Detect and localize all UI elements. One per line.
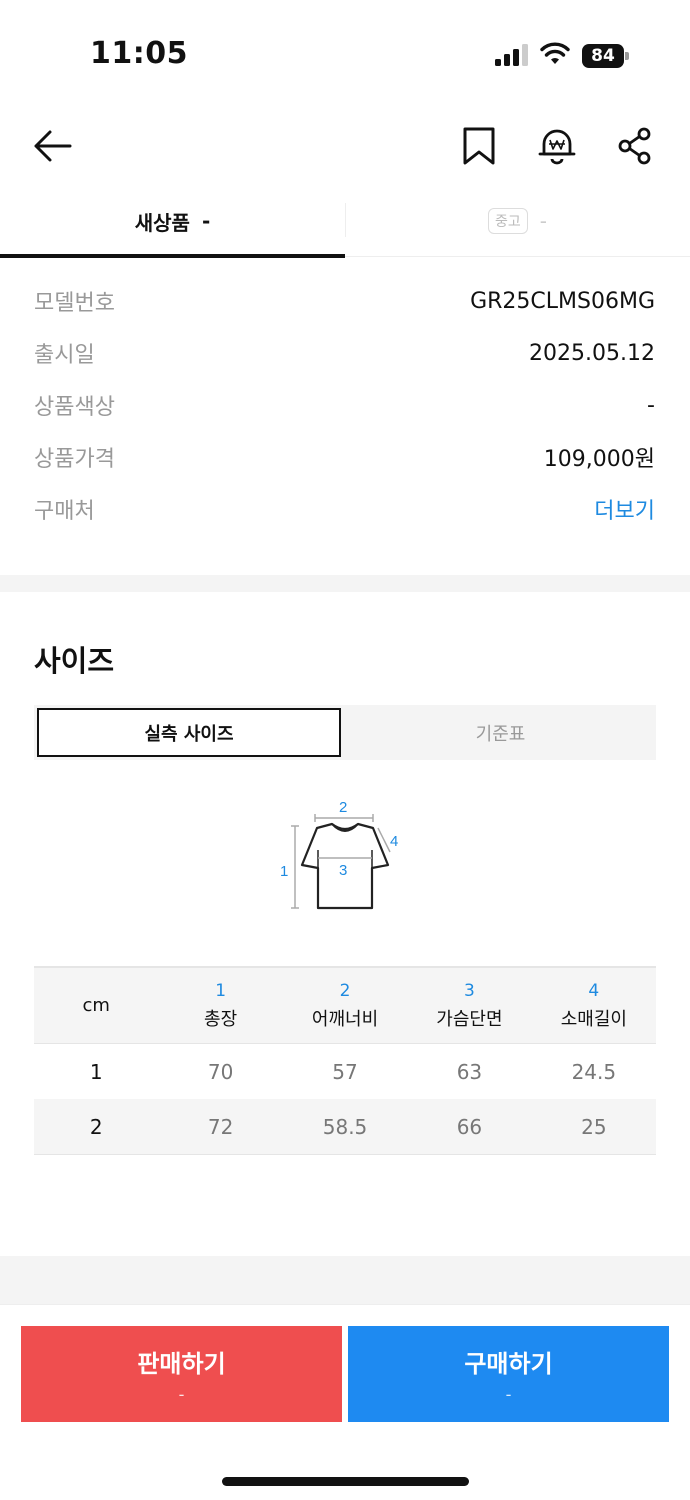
table-bottom-border [34,1154,656,1155]
size-chart-tab[interactable]: 기준표 [345,705,656,760]
table-cell: 72 [207,1114,234,1139]
column-header: 4 소매길이 [560,980,627,1030]
size-cell: 2 [89,1114,103,1139]
tab-new-value: - [201,209,211,233]
column-header: 3 가슴단면 [436,980,503,1030]
used-badge: 중고 [488,208,528,234]
actual-size-tab[interactable]: 실측 사이즈 [37,708,341,757]
info-row-model: 모델번호 GR25CLMS06MG [34,275,655,327]
table-cell: 25 [581,1114,607,1139]
diagram-label-3: 3 [339,862,347,879]
unit-header: cm [82,995,110,1016]
info-value: GR25CLMS06MG [470,288,655,314]
diagram-label-2: 2 [339,799,347,816]
share-icon[interactable] [613,124,657,168]
buy-button[interactable]: 구매하기 - [348,1326,669,1422]
size-section-title: 사이즈 [34,644,115,678]
tab-new[interactable]: 새상품 - [0,185,345,258]
size-cell: 1 [89,1059,103,1084]
info-label: 모델번호 [34,291,115,316]
condition-tabs: 새상품 - 중고 - [0,185,690,258]
tshirt-measurement-diagram: 1 2 3 4 [280,799,398,910]
info-label: 구매처 [34,499,95,524]
tab-new-label: 새상품 [134,210,190,235]
info-row-release-date: 출시일 2025.05.12 [34,327,655,379]
sell-button[interactable]: 판매하기 - [21,1326,342,1422]
sell-button-price: - [178,1385,185,1404]
section-divider [0,575,690,592]
more-link[interactable]: 더보기 [594,493,655,525]
table-header-row: cm 1 총장 2 어깨너비 3 가슴단면 4 소매길이 [34,968,656,1044]
info-value: 2025.05.12 [529,340,655,366]
buy-button-price: - [505,1385,512,1404]
table-cell: 66 [456,1114,483,1139]
battery-icon: 84 [582,44,630,68]
info-label: 상품가격 [34,447,115,472]
column-header: 1 총장 [204,980,238,1030]
info-value: - [647,392,655,418]
battery-level: 84 [582,44,624,68]
info-label: 출시일 [34,343,95,368]
table-row: 1 70 57 63 24.5 [34,1044,656,1099]
status-bar: 11:05 84 [0,0,690,100]
sell-button-label: 판매하기 [137,1350,226,1378]
table-cell: 58.5 [322,1114,368,1139]
column-header: 2 어깨너비 [311,980,379,1030]
info-row-price: 상품가격 109,000원 [34,431,655,483]
diagram-label-1: 1 [280,863,288,880]
table-cell: 24.5 [571,1059,617,1084]
tab-active-underline [0,254,345,258]
buy-button-label: 구매하기 [464,1350,553,1378]
price-alert-bell-icon[interactable] [535,124,579,168]
wifi-icon [540,42,570,64]
tab-used-value: - [539,209,547,233]
info-label: 상품색상 [34,395,115,420]
bottom-action-bar: 판매하기 - 구매하기 - [0,1304,690,1500]
info-value: 109,000원 [543,447,655,472]
section-divider [0,1256,690,1304]
diagram-label-4: 4 [390,833,398,850]
status-time: 11:05 [90,36,188,71]
home-indicator[interactable] [222,1477,469,1486]
table-cell: 63 [456,1059,483,1084]
size-table: cm 1 총장 2 어깨너비 3 가슴단면 4 소매길이 1 70 57 63 … [34,966,656,1155]
info-row-retailer: 구매처 더보기 [34,483,655,535]
info-row-color: 상품색상 - [34,379,655,431]
tab-used[interactable]: 중고 - [345,185,690,257]
size-segmented-control: 실측 사이즈 기준표 [34,705,656,760]
cellular-signal-icon [495,44,528,66]
product-info-list: 모델번호 GR25CLMS06MG 출시일 2025.05.12 상품색상 - … [34,275,655,535]
table-cell: 57 [332,1059,358,1084]
nav-bar [0,110,690,180]
table-row: 2 72 58.5 66 25 [34,1099,656,1154]
bookmark-icon[interactable] [457,124,501,168]
back-arrow-icon[interactable] [30,124,74,168]
table-cell: 70 [207,1059,234,1084]
